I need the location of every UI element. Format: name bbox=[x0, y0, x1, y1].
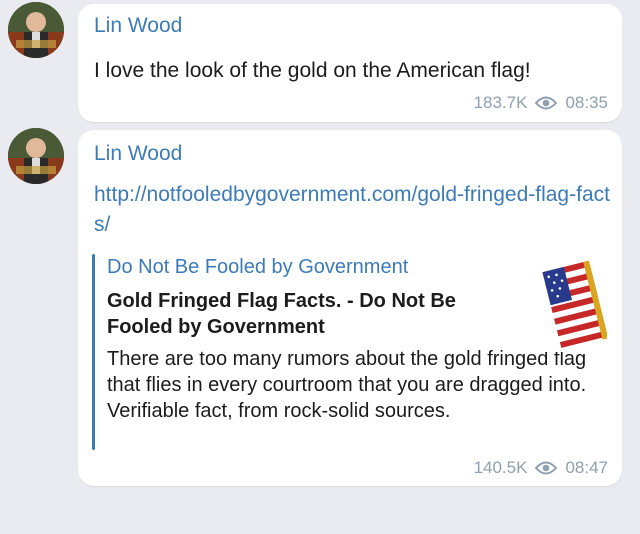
sender-name[interactable]: Lin Wood bbox=[94, 142, 182, 166]
message-time: 08:47 bbox=[565, 458, 608, 477]
message-2: Lin Wood http://notfooledbygovernment.co… bbox=[0, 126, 640, 494]
message-meta: 183.7K 08:35 bbox=[474, 93, 608, 113]
american-flag-icon[interactable] bbox=[537, 256, 609, 352]
avatar[interactable] bbox=[8, 128, 64, 184]
eye-icon bbox=[535, 95, 558, 111]
message-bubble: Lin Wood I love the look of the gold on … bbox=[78, 4, 622, 122]
preview-title: Gold Fringed Flag Facts. - Do Not Be Foo… bbox=[107, 290, 456, 338]
sender-name[interactable]: Lin Wood bbox=[94, 14, 182, 38]
message-text: I love the look of the gold on the Ameri… bbox=[94, 59, 531, 82]
view-count: 183.7K bbox=[473, 93, 528, 112]
preview-accent-bar bbox=[92, 254, 95, 450]
message-time: 08:35 bbox=[565, 93, 608, 112]
link-preview[interactable]: Do Not Be Fooled by Government Gold Frin… bbox=[92, 254, 609, 450]
message-meta: 140.5K 08:47 bbox=[474, 458, 608, 478]
preview-site-name: Do Not Be Fooled by Government bbox=[107, 256, 409, 278]
eye-icon bbox=[535, 460, 558, 476]
view-count: 140.5K bbox=[473, 458, 528, 477]
message-1: Lin Wood I love the look of the gold on … bbox=[0, 0, 640, 130]
avatar[interactable] bbox=[8, 2, 64, 58]
message-bubble: Lin Wood http://notfooledbygovernment.co… bbox=[78, 130, 622, 486]
message-link[interactable]: http://notfooledbygovernment.com/gold-fr… bbox=[94, 180, 614, 240]
preview-description: There are too many rumors about the gold… bbox=[107, 348, 587, 422]
